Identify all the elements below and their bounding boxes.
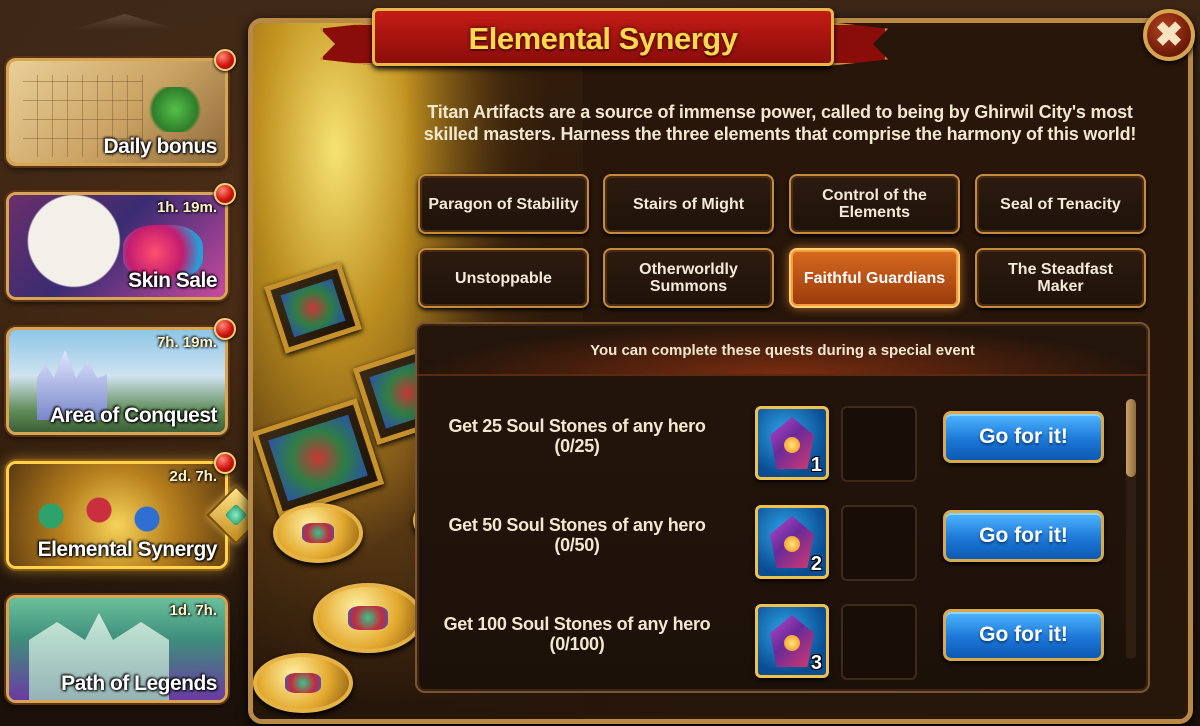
artifact-crate-icon: [253, 398, 385, 518]
sidebar-item-timer: 2d. 7h.: [169, 468, 217, 485]
tab-paragon-of-stability[interactable]: Paragon of Stability: [418, 174, 589, 234]
reward-slot[interactable]: 2: [755, 505, 829, 579]
sidebar-item-timer: 1h. 19m.: [156, 199, 217, 216]
empty-reward-slot: [841, 406, 917, 482]
sidebar-item-skin-sale[interactable]: 1h. 19m. Skin Sale: [6, 192, 228, 300]
tab-label: Stairs of Might: [632, 195, 745, 213]
quest-title: Get 50 Soul Stones of any hero: [448, 515, 706, 535]
event-sidebar: Daily bonus 1h. 19m. Skin Sale 7h. 19m. …: [0, 0, 266, 726]
tab-label: Control of the Elements: [822, 187, 927, 221]
quest-title: Get 25 Soul Stones of any hero: [448, 416, 706, 436]
sidebar-item-label: Daily bonus: [103, 135, 217, 158]
sidebar-scroll-up-arrow[interactable]: [70, 14, 180, 30]
quest-text: Get 100 Soul Stones of any hero (0/100): [427, 614, 727, 654]
page-title: Elemental Synergy: [468, 21, 738, 56]
tab-label: Unstoppable: [455, 269, 552, 287]
go-for-it-button[interactable]: Go for it!: [943, 510, 1104, 562]
reward-count: 2: [810, 553, 822, 575]
tab-stairs-of-might[interactable]: Stairs of Might: [603, 174, 774, 234]
artifact-chest-icon: [770, 417, 814, 469]
quest-title: Get 100 Soul Stones of any hero: [443, 614, 711, 634]
sidebar-item-area-of-conquest[interactable]: 7h. 19m. Area of Conquest: [6, 327, 228, 435]
sidebar-item-label: Elemental Synergy: [37, 538, 218, 561]
reward-count: 3: [810, 652, 822, 674]
sidebar-item-label: Path of Legends: [61, 672, 217, 695]
tab-otherworldly-summons[interactable]: Otherworldly Summons: [603, 248, 774, 308]
tab-unstoppable[interactable]: Unstoppable: [418, 248, 589, 308]
empty-reward-slot: [841, 604, 917, 680]
tab-label: Paragon of Stability: [428, 195, 579, 213]
quest-note: You can complete these quests during a s…: [590, 342, 975, 359]
tab-faithful-guardians[interactable]: Faithful Guardians: [789, 248, 960, 308]
quest-progress: (0/25): [554, 436, 600, 456]
notification-dot: [214, 183, 236, 205]
quest-progress: (0/50): [554, 535, 600, 555]
go-for-it-button[interactable]: Go for it!: [943, 411, 1104, 463]
artifact-coin-icon: [273, 503, 363, 563]
quest-text: Get 25 Soul Stones of any hero (0/25): [427, 416, 727, 456]
notification-dot: [214, 318, 236, 340]
sidebar-item-label: Skin Sale: [128, 269, 217, 292]
quest-row: Get 100 Soul Stones of any hero (0/100) …: [417, 596, 1127, 686]
quest-row: Get 25 Soul Stones of any hero (0/25) 1 …: [417, 398, 1127, 488]
tab-label: Seal of Tenacity: [1000, 195, 1121, 213]
tab-label: The Steadfast Maker: [1008, 261, 1113, 295]
artifact-chest-icon: [770, 615, 814, 667]
quest-progress: (0/100): [549, 634, 605, 654]
quest-header: You can complete these quests during a s…: [417, 324, 1148, 376]
quest-row: Get 50 Soul Stones of any hero (0/50) 2 …: [417, 497, 1127, 587]
event-description: Titan Artifacts are a source of immense …: [423, 102, 1137, 144]
artifact-crate-icon: [264, 262, 362, 354]
close-button[interactable]: ✖: [1143, 9, 1195, 61]
artifact-coin-icon: [253, 653, 353, 713]
sidebar-item-timer: 7h. 19m.: [156, 334, 217, 351]
tab-the-steadfast-maker[interactable]: The Steadfast Maker: [975, 248, 1146, 308]
tab-control-of-the-elements[interactable]: Control of the Elements: [789, 174, 960, 234]
sidebar-item-path-of-legends[interactable]: 1d. 7h. Path of Legends: [6, 595, 228, 703]
reward-slot[interactable]: 3: [755, 604, 829, 678]
sidebar-item-daily-bonus[interactable]: Daily bonus: [6, 58, 228, 166]
reward-count: 1: [810, 454, 822, 476]
empty-reward-slot: [841, 505, 917, 581]
title-ribbon: Elemental Synergy: [372, 8, 834, 66]
tab-label: Faithful Guardians: [803, 269, 946, 287]
sidebar-item-label: Area of Conquest: [49, 404, 218, 427]
tab-label: Otherworldly Summons: [639, 261, 738, 295]
sidebar-item-timer: 1d. 7h.: [169, 602, 217, 619]
tab-seal-of-tenacity[interactable]: Seal of Tenacity: [975, 174, 1146, 234]
quest-panel: You can complete these quests during a s…: [415, 322, 1150, 693]
notification-dot: [214, 452, 236, 474]
notification-dot: [214, 49, 236, 71]
go-for-it-button[interactable]: Go for it!: [943, 609, 1104, 661]
sidebar-item-elemental-synergy[interactable]: 2d. 7h. Elemental Synergy: [6, 461, 228, 569]
quest-text: Get 50 Soul Stones of any hero (0/50): [427, 515, 727, 555]
close-icon: ✖: [1154, 16, 1184, 54]
scrollbar-thumb[interactable]: [1126, 399, 1136, 477]
artifact-chest-icon: [770, 516, 814, 568]
reward-slot[interactable]: 1: [755, 406, 829, 480]
quest-scrollbar[interactable]: [1126, 399, 1136, 659]
